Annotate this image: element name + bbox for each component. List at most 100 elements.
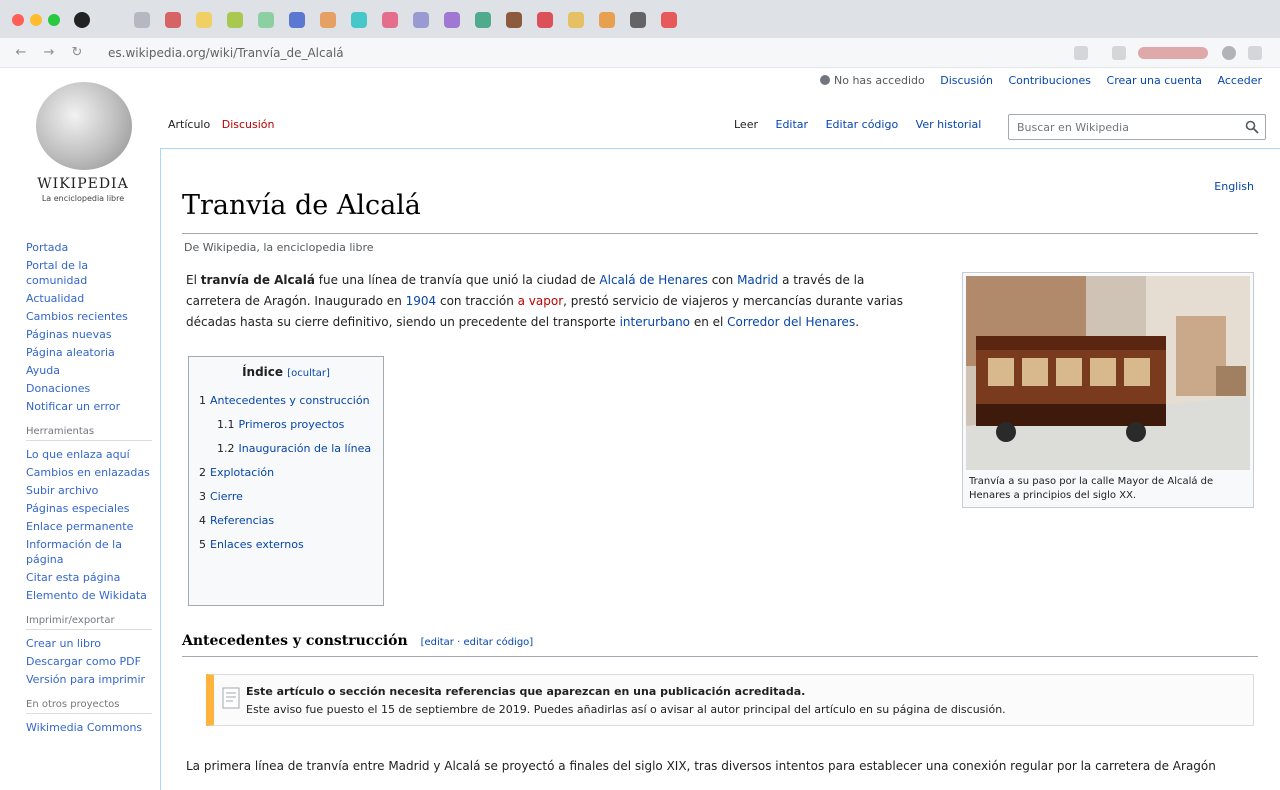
profile-icon[interactable]	[1222, 46, 1236, 60]
sidebar-link[interactable]: Descargar como PDF	[26, 654, 152, 669]
article-link[interactable]: 1904	[406, 294, 437, 308]
tab-edit[interactable]: Editar	[776, 118, 809, 131]
discussion-link[interactable]: Discusión	[940, 74, 993, 87]
maximize-window-button[interactable]	[48, 14, 60, 26]
wikipedia-tab-icon[interactable]	[74, 12, 90, 28]
toc-item[interactable]: 5 Enlaces externos	[199, 537, 373, 552]
reload-icon[interactable]: ↻	[68, 44, 86, 62]
browser-tab-2[interactable]	[165, 12, 181, 28]
browser-tab-13[interactable]	[506, 12, 522, 28]
extension-icon[interactable]	[1112, 46, 1126, 60]
sidebar-link[interactable]: Información de la página	[26, 537, 152, 567]
lead-text: con tracción	[436, 294, 518, 308]
sidebar-link[interactable]: Portal de la comunidad	[26, 258, 152, 288]
toc-label: Enlaces externos	[210, 538, 304, 551]
toc-item[interactable]: 3 Cierre	[199, 489, 373, 504]
browser-tab-16[interactable]	[599, 12, 615, 28]
sidebar-link[interactable]: Enlace permanente	[26, 519, 152, 534]
browser-tab-17[interactable]	[630, 12, 646, 28]
logo-tagline: La enciclopedia libre	[41, 194, 125, 203]
toc-number: 5	[199, 538, 206, 551]
toc-item[interactable]: 4 Referencias	[199, 513, 373, 528]
wikipedia-logo[interactable]: WIKIPEDIA La enciclopedia libre	[28, 82, 138, 208]
document-warning-icon	[222, 687, 240, 709]
sidebar-link[interactable]: Elemento de Wikidata	[26, 588, 152, 603]
sidebar-link[interactable]: Cambios en enlazadas	[26, 465, 152, 480]
toc-label: Antecedentes y construcción	[210, 394, 370, 407]
browser-tab-6[interactable]	[289, 12, 305, 28]
browser-tab-14[interactable]	[537, 12, 553, 28]
browser-tab-8[interactable]	[351, 12, 367, 28]
toc-item[interactable]: 2 Explotación	[199, 465, 373, 480]
sidebar-link[interactable]: Páginas nuevas	[26, 327, 152, 342]
toc-label: Cierre	[210, 490, 243, 503]
toc-item[interactable]: 1.2 Inauguración de la línea	[199, 441, 373, 456]
toc-number: 1	[199, 394, 206, 407]
sidebar-link[interactable]: Actualidad	[26, 291, 152, 306]
not-logged-in-notice: No has accedido	[819, 74, 925, 87]
contributions-link[interactable]: Contribuciones	[1009, 74, 1092, 87]
search-input[interactable]: Buscar en Wikipedia	[1008, 114, 1266, 140]
toc-label: Inauguración de la línea	[238, 442, 372, 455]
toc-hide-toggle[interactable]: [ocultar]	[287, 368, 330, 379]
article-link[interactable]: a vapor	[518, 294, 564, 308]
login-link[interactable]: Acceder	[1218, 74, 1262, 87]
browser-tab-3[interactable]	[196, 12, 212, 28]
browser-tab-10[interactable]	[413, 12, 429, 28]
logo-wordmark: WIKIPEDIA	[37, 176, 129, 192]
create-account-link[interactable]: Crear una cuenta	[1107, 74, 1202, 87]
browser-tab-7[interactable]	[320, 12, 336, 28]
sidebar-link[interactable]: Portada	[26, 240, 152, 255]
tab-read[interactable]: Leer	[734, 118, 758, 131]
tab-edit-source[interactable]: Editar código	[826, 118, 899, 131]
sidebar-link[interactable]: Subir archivo	[26, 483, 152, 498]
sidebar-link[interactable]: Donaciones	[26, 381, 152, 396]
tab-article[interactable]: Artículo	[168, 118, 210, 131]
section-divider	[182, 656, 1258, 657]
tram-photo[interactable]	[966, 276, 1250, 470]
sidebar-link[interactable]: Ayuda	[26, 363, 152, 378]
browser-tab-18[interactable]	[661, 12, 677, 28]
article-link[interactable]: Alcalá de Henares	[599, 273, 707, 287]
sidebar-link[interactable]: Crear un libro	[26, 636, 152, 651]
address-bar[interactable]: es.wikipedia.org/wiki/Tranvía_de_Alcalá	[108, 46, 344, 60]
browser-tab-12[interactable]	[475, 12, 491, 28]
title-divider	[182, 233, 1258, 234]
back-icon[interactable]: ←	[12, 44, 30, 62]
search-icon[interactable]	[1245, 120, 1259, 134]
sidebar-link[interactable]: Wikimedia Commons	[26, 720, 152, 735]
browser-tab-9[interactable]	[382, 12, 398, 28]
sidebar-link[interactable]: Página aleatoria	[26, 345, 152, 360]
browser-tab-5[interactable]	[258, 12, 274, 28]
puzzle-globe-icon	[36, 82, 132, 170]
forward-icon[interactable]: →	[40, 44, 58, 62]
sidebar-link[interactable]: Lo que enlaza aquí	[26, 447, 152, 462]
bookmark-star-icon[interactable]	[1074, 46, 1088, 60]
personal-tools: No has accedido Discusión Contribuciones…	[819, 74, 1262, 87]
menu-icon[interactable]	[1248, 46, 1262, 60]
lead-text: fue una línea de tranvía que unió la ciu…	[314, 273, 600, 287]
browser-tab-15[interactable]	[568, 12, 584, 28]
extension-badge[interactable]	[1138, 47, 1208, 59]
article-link[interactable]: Corredor del Henares	[727, 315, 855, 329]
toc-item[interactable]: 1 Antecedentes y construcción	[199, 393, 373, 408]
article-link[interactable]: Madrid	[737, 273, 778, 287]
sidebar-link[interactable]: Notificar un error	[26, 399, 152, 414]
sidebar-link[interactable]: Versión para imprimir	[26, 672, 152, 687]
close-window-button[interactable]	[12, 14, 24, 26]
toc-item[interactable]: 1.1 Primeros proyectos	[199, 417, 373, 432]
minimize-window-button[interactable]	[30, 14, 42, 26]
browser-tab-1[interactable]	[134, 12, 150, 28]
sidebar-navigation: Portada Portal de la comunidad Actualidad C…	[26, 240, 152, 738]
browser-tab-4[interactable]	[227, 12, 243, 28]
sidebar-link[interactable]: Páginas especiales	[26, 501, 152, 516]
language-link[interactable]: English	[1214, 180, 1254, 193]
section-edit-link[interactable]: [editar · editar código]	[421, 637, 534, 648]
sidebar-link[interactable]: Citar esta página	[26, 570, 152, 585]
browser-tab-11[interactable]	[444, 12, 460, 28]
tab-discussion[interactable]: Discusión	[222, 118, 275, 131]
tab-history[interactable]: Ver historial	[916, 118, 982, 131]
namespace-tabs: Artículo Discusión	[168, 118, 283, 131]
article-link[interactable]: interurbano	[620, 315, 690, 329]
sidebar-link[interactable]: Cambios recientes	[26, 309, 152, 324]
